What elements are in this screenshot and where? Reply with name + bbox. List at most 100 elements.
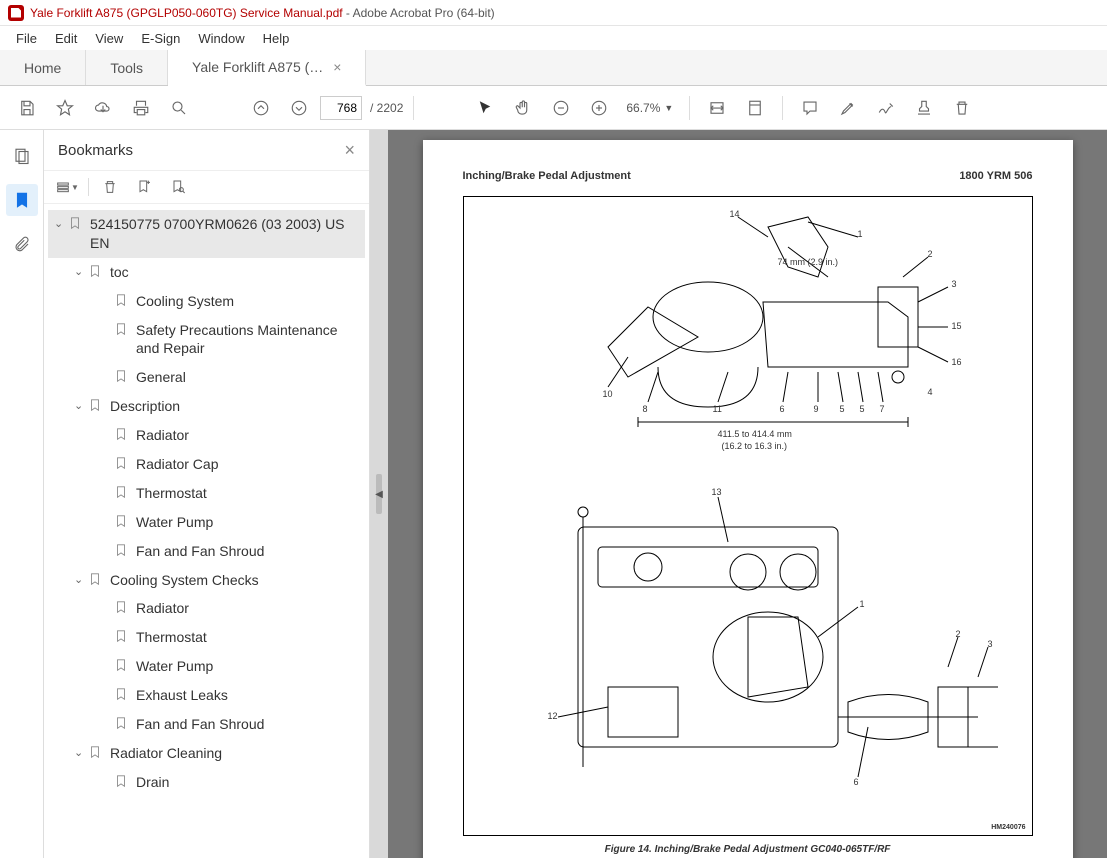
callout-6: 6 xyxy=(780,404,785,414)
selection-tool-icon[interactable] xyxy=(468,91,502,125)
bookmark-icon xyxy=(114,716,130,732)
fit-page-icon[interactable] xyxy=(738,91,772,125)
bookmark-label: Thermostat xyxy=(136,628,361,647)
bookmark-label: Cooling System xyxy=(136,292,361,311)
bookmark-item[interactable]: Fan and Fan Shroud xyxy=(48,537,365,566)
menu-window[interactable]: Window xyxy=(190,28,252,49)
bookmark-item[interactable]: Exhaust Leaks xyxy=(48,681,365,710)
bookmark-label: General xyxy=(136,368,361,387)
page-total-label: / 2202 xyxy=(370,101,403,115)
bookmark-label: Radiator Cleaning xyxy=(110,744,361,763)
bookmark-label: Safety Precautions Maintenance and Repai… xyxy=(136,321,361,359)
page-header-right: 1800 YRM 506 xyxy=(959,170,1032,182)
zoom-in-icon[interactable] xyxy=(582,91,616,125)
bookmarks-panel-icon[interactable] xyxy=(6,184,38,216)
bookmark-cleaning[interactable]: ⌄ Radiator Cleaning xyxy=(48,739,365,768)
bookmark-label: Fan and Fan Shroud xyxy=(136,715,361,734)
zoom-level-dropdown[interactable]: 66.7% ▼ xyxy=(620,101,679,115)
stamp-icon[interactable] xyxy=(907,91,941,125)
bookmark-root[interactable]: ⌄ 524150775 0700YRM0626 (03 2003) US EN xyxy=(48,210,365,258)
bookmark-icon xyxy=(114,774,130,790)
menu-file[interactable]: File xyxy=(8,28,45,49)
tab-home[interactable]: Home xyxy=(0,50,86,85)
attachments-panel-icon[interactable] xyxy=(6,228,38,260)
bookmarks-header: Bookmarks × xyxy=(44,130,369,170)
callout-8: 8 xyxy=(643,404,648,414)
zoom-out-icon[interactable] xyxy=(544,91,578,125)
menu-view[interactable]: View xyxy=(87,28,131,49)
bookmark-item[interactable]: Drain xyxy=(48,768,365,797)
bookmark-icon xyxy=(88,745,104,761)
bookmark-item[interactable]: Radiator xyxy=(48,594,365,623)
tab-tools[interactable]: Tools xyxy=(86,50,168,85)
bookmark-item[interactable]: Radiator xyxy=(48,421,365,450)
menu-edit[interactable]: Edit xyxy=(47,28,85,49)
page-up-icon[interactable] xyxy=(244,91,278,125)
chevron-down-icon[interactable]: ⌄ xyxy=(74,573,88,588)
bookmark-label: Radiator xyxy=(136,599,361,618)
bookmark-icon xyxy=(88,264,104,280)
bookmark-toc[interactable]: ⌄ toc xyxy=(48,258,365,287)
tab-document[interactable]: Yale Forklift A875 (… × xyxy=(168,50,366,86)
bookmarks-tree[interactable]: ⌄ 524150775 0700YRM0626 (03 2003) US EN … xyxy=(44,204,369,858)
collapse-handle-icon[interactable]: ◀ xyxy=(376,474,382,514)
chevron-down-icon[interactable]: ⌄ xyxy=(74,399,88,414)
sign-icon[interactable] xyxy=(869,91,903,125)
bookmark-item[interactable]: General xyxy=(48,363,365,392)
thumbnails-panel-icon[interactable] xyxy=(6,140,38,172)
hand-tool-icon[interactable] xyxy=(506,91,540,125)
comment-icon[interactable] xyxy=(793,91,827,125)
callout-5: 5 xyxy=(840,404,845,414)
menu-help[interactable]: Help xyxy=(255,28,298,49)
main-toolbar: / 2202 66.7% ▼ xyxy=(0,86,1107,130)
delete-icon[interactable] xyxy=(945,91,979,125)
callout-14: 14 xyxy=(730,209,740,219)
cloud-icon[interactable] xyxy=(86,91,120,125)
callout-3: 3 xyxy=(952,279,957,289)
bookmark-description[interactable]: ⌄ Description xyxy=(48,392,365,421)
menu-esign[interactable]: E-Sign xyxy=(133,28,188,49)
callout-2: 2 xyxy=(928,249,933,259)
close-tab-icon[interactable]: × xyxy=(333,59,341,75)
panel-resize-handle[interactable]: ◀ xyxy=(370,130,388,858)
bookmarks-panel: Bookmarks × ▼ ⌄ 524150775 0700YRM0626 (0… xyxy=(44,130,370,858)
bookmark-item[interactable]: Safety Precautions Maintenance and Repai… xyxy=(48,316,365,364)
find-bookmark-icon[interactable] xyxy=(165,174,191,200)
delete-bookmark-icon[interactable] xyxy=(97,174,123,200)
bookmark-item[interactable]: Water Pump xyxy=(48,508,365,537)
chevron-down-icon[interactable]: ⌄ xyxy=(54,217,68,232)
bookmark-item[interactable]: Cooling System xyxy=(48,287,365,316)
bookmark-label: Radiator xyxy=(136,426,361,445)
bookmark-item[interactable]: Fan and Fan Shroud xyxy=(48,710,365,739)
document-viewport[interactable]: Inching/Brake Pedal Adjustment 1800 YRM … xyxy=(388,130,1107,858)
bookmark-checks[interactable]: ⌄ Cooling System Checks xyxy=(48,566,365,595)
star-icon[interactable] xyxy=(48,91,82,125)
close-panel-icon[interactable]: × xyxy=(344,140,355,161)
save-icon[interactable] xyxy=(10,91,44,125)
bookmark-label: Water Pump xyxy=(136,657,361,676)
search-icon[interactable] xyxy=(162,91,196,125)
bookmark-item[interactable]: Thermostat xyxy=(48,479,365,508)
bookmark-label: Drain xyxy=(136,773,361,792)
bookmark-options-icon[interactable]: ▼ xyxy=(54,174,80,200)
chevron-down-icon[interactable]: ⌄ xyxy=(74,746,88,761)
main-content: Bookmarks × ▼ ⌄ 524150775 0700YRM0626 (0… xyxy=(0,130,1107,858)
dimension-label-2a: 411.5 to 414.4 mm xyxy=(718,429,792,439)
dimension-label-2b: (16.2 to 16.3 in.) xyxy=(722,441,788,451)
bookmark-item[interactable]: Radiator Cap xyxy=(48,450,365,479)
bookmarks-toolbar: ▼ xyxy=(44,170,369,204)
page-number-input[interactable] xyxy=(320,96,362,120)
highlight-icon[interactable] xyxy=(831,91,865,125)
technical-drawing-top: 1 14 74 mm (2.9 in.) 2 3 15 16 4 10 8 11… xyxy=(508,207,988,457)
callout-5b: 5 xyxy=(860,404,865,414)
new-bookmark-icon[interactable] xyxy=(131,174,157,200)
bookmarks-title: Bookmarks xyxy=(58,142,133,159)
print-icon[interactable] xyxy=(124,91,158,125)
bookmark-item[interactable]: Water Pump xyxy=(48,652,365,681)
window-title: Yale Forklift A875 (GPGLP050-060TG) Serv… xyxy=(30,6,495,20)
chevron-down-icon[interactable]: ⌄ xyxy=(74,265,88,280)
fit-width-icon[interactable] xyxy=(700,91,734,125)
page-down-icon[interactable] xyxy=(282,91,316,125)
bookmark-item[interactable]: Thermostat xyxy=(48,623,365,652)
callout-11: 11 xyxy=(713,404,722,414)
